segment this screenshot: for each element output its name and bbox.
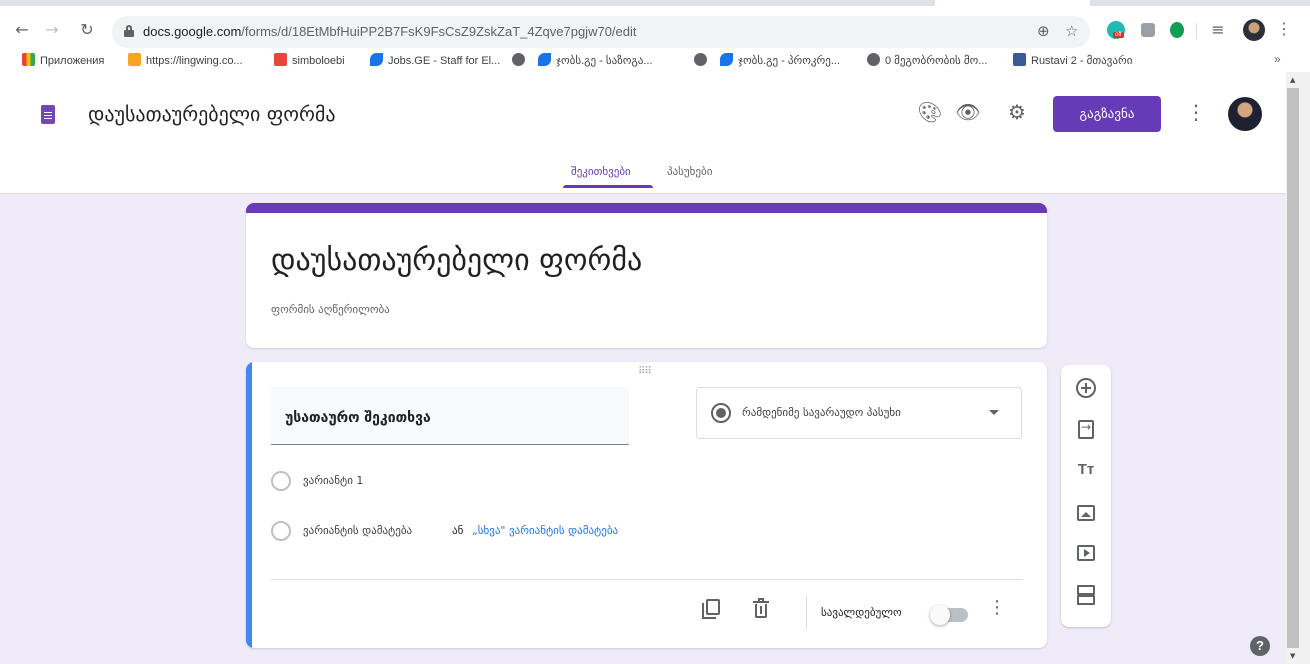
forward-icon[interactable]: → [41, 19, 63, 41]
user-avatar[interactable] [1228, 97, 1262, 131]
tab-strip [0, 0, 1310, 6]
doc-title[interactable]: დაუსათაურებელი ფორმა [88, 102, 336, 126]
form-description[interactable]: ფორმის აღწერილობა [271, 303, 390, 316]
puzzle-extension-icon[interactable] [1141, 23, 1155, 37]
bookmarks-more-button[interactable]: » [1274, 52, 1281, 66]
star-icon[interactable]: ☆ [1065, 22, 1078, 40]
jobs-ge-icon [370, 53, 383, 66]
forms-logo-icon[interactable] [41, 105, 55, 124]
bookmark-jobs-ge[interactable]: Jobs.GE - Staff for El... [370, 53, 500, 69]
option-1-label[interactable]: ვარიანტი 1 [303, 474, 363, 487]
add-video-icon[interactable] [1077, 545, 1095, 561]
bookmark-simboloebi[interactable]: simboloebi [274, 53, 345, 69]
reload-icon[interactable]: ↻ [76, 19, 98, 41]
facebook-icon [1013, 53, 1026, 66]
question-type-label: რამდენიმე სავარაუდო პასუხი [742, 406, 901, 419]
bookmarks-bar: Приложения https://lingwing.co... simbol… [0, 50, 1310, 72]
question-title-field[interactable]: უსათაურო შეკითხვა [271, 387, 629, 445]
bookmark-jobs-ge-procure[interactable]: ჯობს.გე - პროკრე... [720, 53, 840, 69]
active-card-indicator [246, 362, 252, 648]
back-icon[interactable]: ← [11, 19, 33, 41]
palette-icon[interactable]: 🎨︎ [917, 99, 943, 125]
delete-trash-icon[interactable] [750, 597, 774, 621]
toolbar-separator [1196, 23, 1197, 39]
preview-eye-icon[interactable]: 👁︎ [955, 99, 981, 125]
question-type-dropdown[interactable]: რამდენიმე სავარაუდო პასუხი [696, 387, 1022, 439]
drag-handle-icon[interactable]: ⠿⠿ [638, 366, 652, 377]
zoom-icon[interactable]: ⊕ [1037, 22, 1050, 40]
evernote-extension-icon[interactable] [1170, 22, 1184, 38]
settings-gear-icon[interactable]: ⚙ [1004, 99, 1030, 125]
bookmark-globe-1[interactable] [512, 53, 530, 69]
jobs-ge-icon [720, 53, 733, 66]
radio-button-checked-icon [711, 403, 731, 423]
add-image-icon[interactable] [1077, 505, 1095, 521]
active-tab[interactable] [935, 0, 1090, 6]
apps-grid-icon [22, 53, 35, 66]
add-option-link[interactable]: ვარიანტის დამატება [303, 524, 412, 537]
add-other-option-link[interactable]: „სხვა" ვარიანტის დამატება [472, 524, 618, 537]
question-card[interactable]: ⠿⠿ უსათაურო შეკითხვა რამდენიმე სავარაუდო… [246, 362, 1047, 648]
bookmark-apps[interactable]: Приложения [22, 53, 104, 69]
bookmark-friendship[interactable]: 0 მეგობრობის მო... [867, 53, 987, 69]
lingwing-icon [128, 53, 141, 66]
form-title[interactable]: დაუსათაურებელი ფორმა [271, 243, 642, 278]
globe-icon [867, 53, 880, 66]
jobs-ge-icon [538, 53, 551, 66]
extension-badge: off [1113, 32, 1124, 38]
floating-toolbar: Tт [1061, 365, 1111, 627]
add-title-icon[interactable]: Tт [1074, 461, 1098, 485]
simboloebi-icon [274, 53, 287, 66]
tab-questions[interactable]: შეკითხვები [571, 165, 631, 178]
required-label: სავალდებულო [821, 606, 902, 619]
globe-icon [512, 53, 525, 66]
scroll-up-icon[interactable]: ▲ [1290, 76, 1295, 84]
lock-icon [124, 25, 134, 37]
bookmark-globe-2[interactable] [694, 53, 712, 69]
tab-responses[interactable]: პასუხები [667, 165, 712, 178]
globe-icon [694, 53, 707, 66]
or-text: ან [452, 524, 464, 537]
scroll-down-icon[interactable]: ▼ [1290, 652, 1295, 660]
browser-profile-avatar[interactable] [1243, 19, 1265, 41]
footer-separator [806, 596, 807, 630]
card-footer-divider [271, 579, 1022, 580]
dropdown-arrow-icon [989, 410, 999, 415]
import-questions-icon[interactable] [1078, 420, 1094, 439]
browser-chrome: ← → ↻ docs.google.com/forms/d/18EtMbfHui… [0, 0, 1310, 72]
question-title[interactable]: უსათაურო შეკითხვა [285, 410, 431, 426]
required-toggle-knob[interactable] [930, 605, 950, 625]
browser-menu-icon[interactable]: ⋮ [1276, 19, 1292, 38]
scrollbar-thumb[interactable] [1287, 88, 1299, 648]
add-option-radio-icon [271, 521, 291, 541]
add-question-icon[interactable] [1076, 378, 1096, 398]
bookmark-rustavi2[interactable]: Rustavi 2 - მთავარი [1013, 53, 1132, 69]
question-more-icon[interactable]: ⋮ [988, 597, 1006, 623]
url-text: docs.google.com/forms/d/18EtMbfHuiPP2B7F… [143, 24, 637, 39]
reading-list-icon[interactable]: ≡ [1207, 19, 1229, 41]
add-section-icon[interactable] [1077, 585, 1095, 605]
forms-header: დაუსათაურებელი ფორმა 🎨︎ 👁︎ ⚙ გაგზავნა ⋮ … [0, 72, 1286, 194]
address-bar[interactable]: docs.google.com/forms/d/18EtMbfHuiPP2B7F… [112, 16, 1090, 48]
duplicate-icon[interactable] [700, 597, 724, 621]
option-radio-icon [271, 471, 291, 491]
more-options-icon[interactable]: ⋮ [1186, 100, 1206, 126]
bookmark-jobs-ge-society[interactable]: ჯობს.გე - საზოგა... [538, 53, 653, 69]
address-row: ← → ↻ docs.google.com/forms/d/18EtMbfHui… [0, 14, 1310, 48]
form-title-card[interactable]: დაუსათაურებელი ფორმა ფორმის აღწერილობა [246, 203, 1047, 348]
send-button[interactable]: გაგზავნა [1053, 96, 1161, 132]
active-tab-indicator [563, 185, 653, 188]
help-icon[interactable]: ? [1250, 636, 1270, 656]
grammarly-extension-icon[interactable]: off [1107, 21, 1125, 39]
bookmark-lingwing[interactable]: https://lingwing.co... [128, 53, 243, 69]
